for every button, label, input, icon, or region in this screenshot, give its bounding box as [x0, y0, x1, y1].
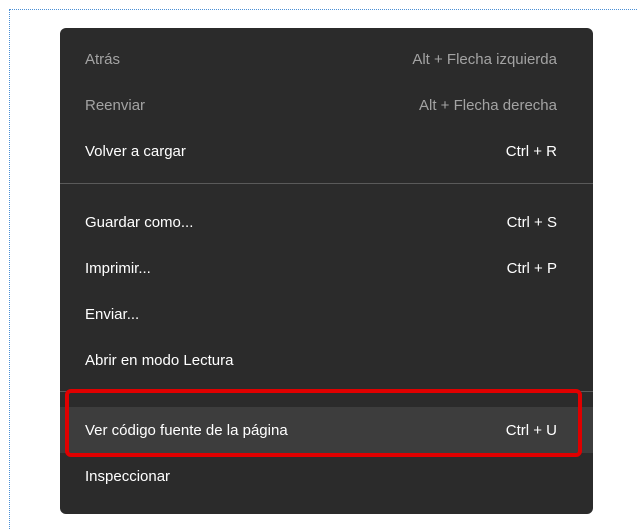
menu-item-label: Abrir en modo Lectura: [85, 351, 234, 369]
menu-item-label: Enviar...: [85, 305, 140, 323]
menu-item-shortcut: Alt + Flecha izquierda: [412, 50, 557, 68]
menu-item-forward[interactable]: Reenviar Alt + Flecha derecha: [60, 82, 593, 128]
menu-item-save-as[interactable]: Guardar como... Ctrl + S: [60, 199, 593, 245]
menu-item-label: Ver código fuente de la página: [85, 421, 288, 439]
menu-item-back[interactable]: Atrás Alt + Flecha izquierda: [60, 36, 593, 82]
menu-item-label: Guardar como...: [85, 213, 194, 231]
menu-item-view-source[interactable]: Ver código fuente de la página Ctrl + U: [60, 407, 593, 453]
menu-separator: [60, 391, 593, 392]
menu-item-shortcut: Ctrl + P: [506, 259, 557, 277]
menu-item-shortcut: Ctrl + U: [505, 421, 557, 439]
menu-item-label: Imprimir...: [85, 259, 151, 277]
menu-item-shortcut: Ctrl + R: [505, 142, 557, 160]
menu-separator: [60, 183, 593, 184]
menu-item-inspect[interactable]: Inspeccionar: [60, 453, 593, 499]
menu-item-send[interactable]: Enviar...: [60, 291, 593, 337]
menu-item-shortcut: Ctrl + S: [506, 213, 557, 231]
menu-item-shortcut: Alt + Flecha derecha: [419, 96, 557, 114]
menu-item-reading-mode[interactable]: Abrir en modo Lectura: [60, 337, 593, 383]
menu-item-reload[interactable]: Volver a cargar Ctrl + R: [60, 128, 593, 174]
context-menu: Atrás Alt + Flecha izquierda Reenviar Al…: [60, 28, 593, 514]
menu-item-label: Reenviar: [85, 96, 146, 114]
menu-item-print[interactable]: Imprimir... Ctrl + P: [60, 245, 593, 291]
menu-item-label: Atrás: [85, 50, 121, 68]
menu-item-label: Inspeccionar: [85, 467, 171, 485]
menu-item-label: Volver a cargar: [85, 142, 186, 160]
